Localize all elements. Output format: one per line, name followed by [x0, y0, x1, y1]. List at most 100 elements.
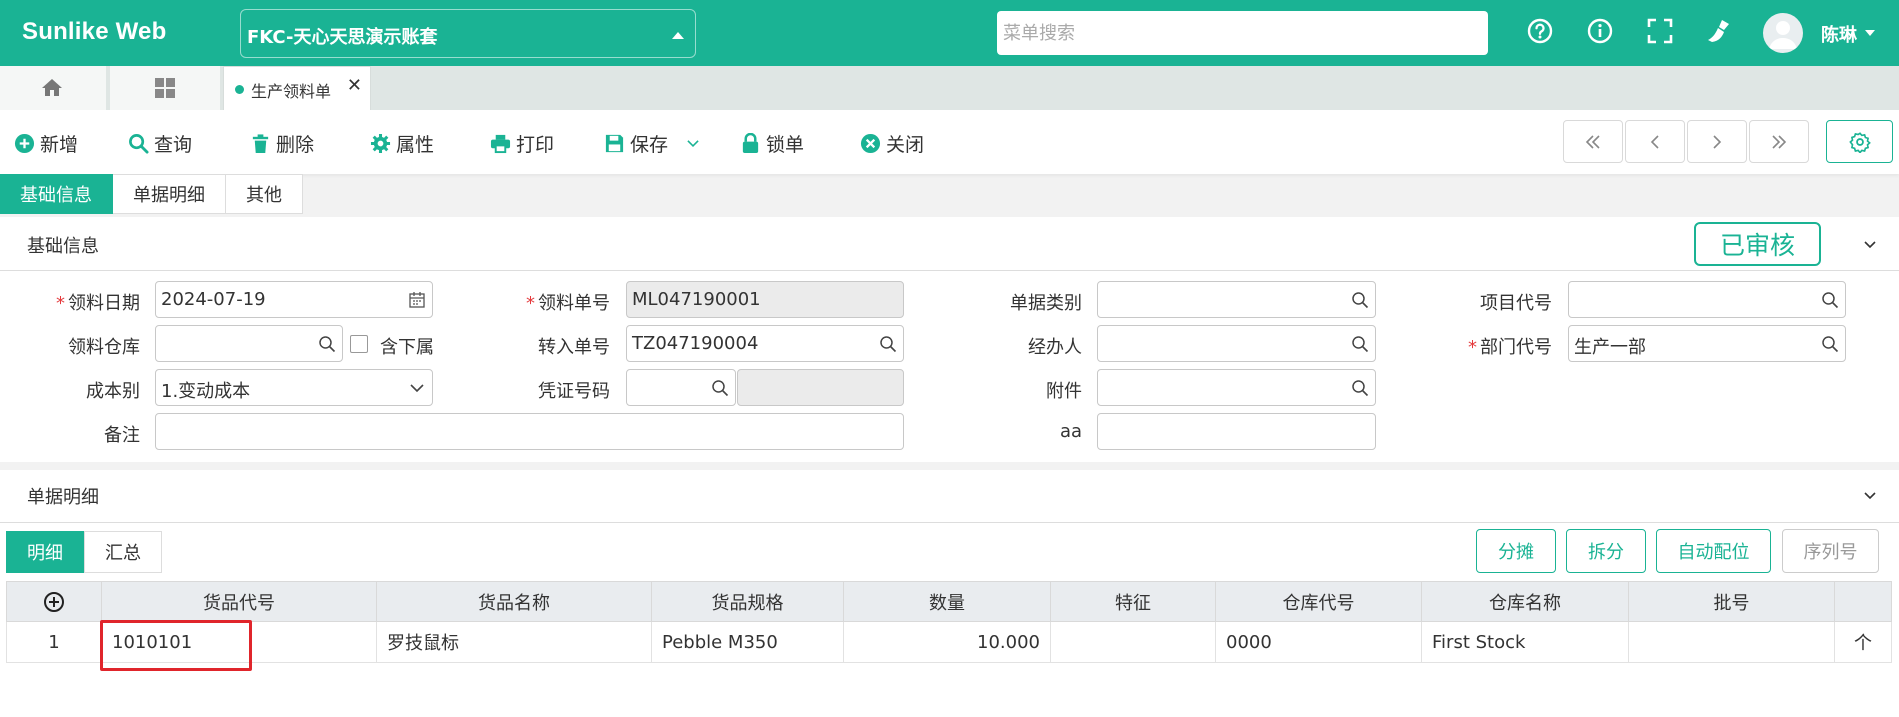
voucher-label: 凭证号码	[538, 381, 610, 402]
doc-detail-panel: 单据明细 明细 汇总 分摊 拆分 自动配位 序列号 货品代号 货品名称 货品规格…	[0, 470, 1899, 717]
remark-label: 备注	[104, 425, 140, 446]
cell-qty[interactable]: 10.000	[843, 621, 1051, 663]
col-qty[interactable]: 数量	[843, 581, 1051, 622]
cell-wh-name[interactable]: First Stock	[1421, 621, 1629, 663]
col-spec[interactable]: 货品规格	[651, 581, 844, 622]
page-tab-strip: 生产领料单 ✕	[0, 66, 1899, 110]
project-field[interactable]	[1568, 281, 1846, 318]
tab-production-issue[interactable]: 生产领料单 ✕	[223, 66, 371, 110]
table-row[interactable]: 1 1010101 罗技鼠标 Pebble M350 10.000 0000 F…	[6, 621, 1892, 663]
tab-detail[interactable]: 明细	[6, 531, 84, 573]
chevron-down-icon[interactable]	[1865, 30, 1875, 36]
help-icon[interactable]	[1525, 16, 1555, 46]
dept-label: * 部门代号	[1468, 337, 1552, 358]
apps-tab[interactable]	[110, 66, 220, 110]
properties-button[interactable]: 属性	[370, 130, 434, 156]
serial-button[interactable]: 序列号	[1782, 529, 1879, 573]
split-button[interactable]: 拆分	[1566, 529, 1646, 573]
calendar-icon[interactable]	[408, 291, 426, 309]
prev-record-button[interactable]	[1625, 120, 1685, 163]
search-icon[interactable]	[318, 335, 336, 353]
remark-field[interactable]	[155, 413, 904, 450]
transfer-no-field[interactable]: TZ047190004	[626, 325, 904, 362]
add-button[interactable]: 新增	[14, 130, 78, 156]
double-chevron-left-icon	[1585, 134, 1600, 149]
chevron-down-icon[interactable]	[1863, 489, 1877, 503]
cell-item-name[interactable]: 罗技鼠标	[376, 621, 652, 663]
clean-broom-icon[interactable]	[1704, 16, 1734, 46]
tab-summary[interactable]: 汇总	[84, 531, 162, 573]
search-icon[interactable]	[1351, 335, 1369, 353]
trash-icon	[252, 133, 269, 153]
save-button[interactable]: 保存	[604, 130, 701, 156]
chevron-down-icon[interactable]	[408, 379, 426, 397]
warehouse-field[interactable]	[155, 325, 343, 362]
aa-label: aa	[1059, 421, 1082, 442]
issue-date-field[interactable]: 2024-07-19	[155, 281, 433, 318]
doc-type-label: 单据类别	[1010, 293, 1082, 314]
search-icon[interactable]	[879, 335, 897, 353]
transfer-no-label: 转入单号	[538, 337, 610, 358]
plus-circle-icon	[14, 133, 35, 153]
user-name[interactable]: 陈琳	[1821, 21, 1857, 47]
plus-circle-icon[interactable]	[43, 591, 65, 613]
voucher-readonly-field	[737, 369, 904, 406]
lock-button[interactable]: 锁单	[740, 130, 804, 156]
settings-button[interactable]	[1826, 120, 1893, 163]
divider	[0, 522, 1899, 523]
search-icon[interactable]	[1821, 291, 1839, 309]
voucher-field[interactable]	[626, 369, 736, 406]
col-item-name[interactable]: 货品名称	[376, 581, 652, 622]
home-tab[interactable]	[0, 66, 106, 110]
first-record-button[interactable]	[1563, 120, 1623, 163]
fullscreen-icon[interactable]	[1645, 16, 1675, 46]
search-icon[interactable]	[1351, 379, 1369, 397]
cell-lot[interactable]	[1628, 621, 1835, 663]
print-button[interactable]: 打印	[490, 130, 554, 156]
cell-wh-code[interactable]: 0000	[1215, 621, 1422, 663]
brand-logo[interactable]: Sunlike Web	[22, 18, 166, 46]
issue-no-field[interactable]: ML047190001	[626, 281, 904, 318]
detail-tabs: 明细 汇总	[6, 531, 162, 573]
cell-unit: 个	[1834, 621, 1892, 663]
avatar[interactable]	[1763, 13, 1803, 53]
aa-field[interactable]	[1097, 413, 1376, 450]
tab-other[interactable]: 其他	[226, 174, 303, 214]
add-row-header[interactable]	[6, 581, 102, 622]
close-icon[interactable]: ✕	[347, 75, 362, 96]
chevron-down-icon[interactable]	[1863, 238, 1877, 252]
account-selector[interactable]: FKC-天心天思演示账套	[240, 9, 696, 58]
cost-select[interactable]: 1.变动成本	[155, 369, 433, 406]
chevron-down-icon[interactable]	[685, 135, 701, 151]
save-disk-icon	[605, 134, 624, 152]
col-wh-name[interactable]: 仓库名称	[1421, 581, 1629, 622]
col-item-code[interactable]: 货品代号	[101, 581, 377, 622]
col-lot[interactable]: 批号	[1628, 581, 1835, 622]
cell-spec[interactable]: Pebble M350	[651, 621, 844, 663]
dept-field[interactable]: 生产一部	[1568, 325, 1846, 362]
allocate-button[interactable]: 分摊	[1476, 529, 1556, 573]
attachment-field[interactable]	[1097, 369, 1376, 406]
search-icon[interactable]	[1351, 291, 1369, 309]
query-button[interactable]: 查询	[128, 130, 192, 156]
col-extra	[1834, 581, 1892, 622]
menu-search-input[interactable]	[997, 11, 1488, 55]
last-record-button[interactable]	[1749, 120, 1809, 163]
delete-button[interactable]: 删除	[250, 130, 314, 156]
next-record-button[interactable]	[1687, 120, 1747, 163]
search-icon[interactable]	[711, 379, 729, 397]
close-button[interactable]: 关闭	[860, 130, 924, 156]
cell-feature[interactable]	[1050, 621, 1216, 663]
tab-basic-info[interactable]: 基础信息	[0, 174, 113, 214]
doc-type-field[interactable]	[1097, 281, 1376, 318]
info-icon[interactable]	[1585, 16, 1615, 46]
include-sub-checkbox[interactable]	[350, 335, 368, 353]
handler-field[interactable]	[1097, 325, 1376, 362]
search-icon[interactable]	[1821, 335, 1839, 353]
col-wh-code[interactable]: 仓库代号	[1215, 581, 1422, 622]
menu-search[interactable]	[997, 11, 1488, 55]
col-feature[interactable]: 特征	[1050, 581, 1216, 622]
tab-doc-detail[interactable]: 单据明细	[113, 174, 226, 214]
divider	[0, 270, 1899, 271]
auto-match-button[interactable]: 自动配位	[1656, 529, 1771, 573]
